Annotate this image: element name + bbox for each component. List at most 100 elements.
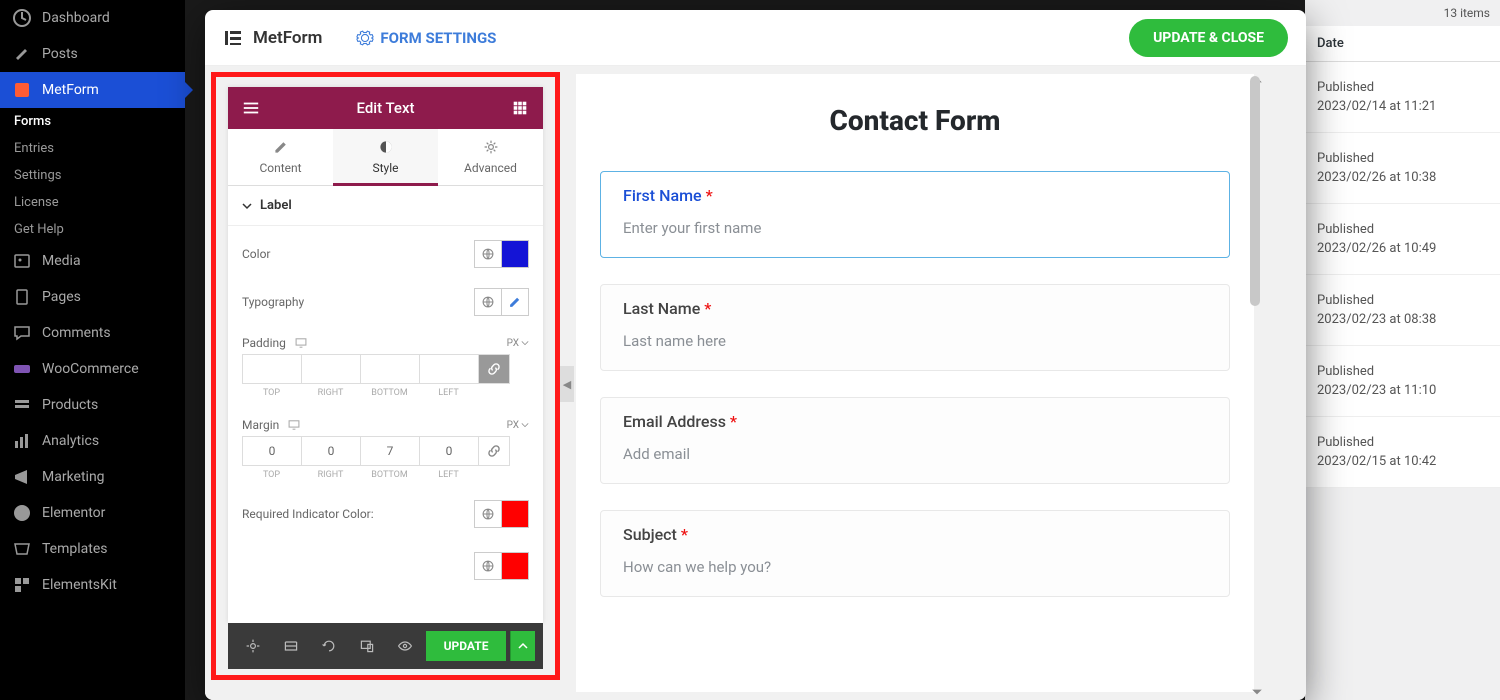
sidebar-label: Elementor	[42, 505, 105, 521]
items-count: 13 items	[1305, 0, 1500, 26]
grid-icon[interactable]	[511, 99, 529, 117]
pin-icon	[12, 44, 32, 64]
tab-content[interactable]: Content	[228, 129, 333, 185]
required-asterisk: *	[730, 412, 737, 431]
sidebar-item-metform[interactable]: MetForm	[0, 72, 185, 108]
history-icon[interactable]	[312, 631, 346, 661]
navigator-icon[interactable]	[274, 631, 308, 661]
update-options-button[interactable]	[510, 631, 535, 661]
woo-icon	[12, 359, 32, 379]
padding-top-input[interactable]	[242, 354, 301, 384]
elementor-panel: Edit Text Content Style Advanced Label	[228, 87, 543, 623]
preview-scrollbar[interactable]	[1250, 76, 1262, 696]
sidebar-item-dashboard[interactable]: Dashboard	[0, 0, 185, 36]
sidebar-label: Marketing	[42, 469, 105, 485]
settings-icon[interactable]	[236, 631, 270, 661]
padding-bottom-input[interactable]	[360, 354, 419, 384]
submenu-gethelp[interactable]: Get Help	[0, 216, 185, 243]
update-close-button[interactable]: UPDATE & CLOSE	[1129, 19, 1288, 57]
marketing-icon	[12, 467, 32, 487]
submenu-entries[interactable]: Entries	[0, 135, 185, 162]
margin-right-input[interactable]	[301, 436, 360, 466]
margin-left-input[interactable]	[419, 436, 478, 466]
margin-top-input[interactable]	[242, 436, 301, 466]
padding-label: Padding	[242, 336, 286, 350]
submenu-settings[interactable]: Settings	[0, 162, 185, 189]
update-button[interactable]: UPDATE	[426, 631, 507, 661]
sidebar-label: Templates	[42, 541, 108, 557]
field-first-name[interactable]: First Name *	[576, 171, 1254, 258]
first-name-input[interactable]	[623, 215, 1207, 241]
page-icon	[12, 287, 32, 307]
extra-color-swatch[interactable]	[501, 552, 529, 580]
field-subject[interactable]: Subject *	[576, 510, 1254, 597]
brand-label: MetForm	[253, 28, 322, 48]
sidebar-item-elementskit[interactable]: ElementsKit	[0, 567, 185, 603]
sidebar-item-posts[interactable]: Posts	[0, 36, 185, 72]
margin-link-button[interactable]	[478, 436, 510, 466]
menu-icon[interactable]	[242, 99, 260, 117]
sidebar-item-products[interactable]: Products	[0, 387, 185, 423]
section-label-toggle[interactable]: Label	[228, 186, 543, 225]
padding-left-input[interactable]	[419, 354, 478, 384]
global-typography-button[interactable]	[474, 288, 502, 316]
req-color-swatch[interactable]	[501, 500, 529, 528]
required-asterisk: *	[706, 186, 713, 205]
global-extra-color-button[interactable]	[474, 552, 502, 580]
scroll-thumb[interactable]	[1250, 76, 1260, 306]
margin-unit-select[interactable]: PX	[507, 420, 529, 431]
margin-inputs	[242, 436, 529, 466]
sidebar-item-marketing[interactable]: Marketing	[0, 459, 185, 495]
tab-style[interactable]: Style	[333, 129, 438, 185]
scroll-down-icon[interactable]	[1251, 686, 1263, 698]
sidebar-label: Analytics	[42, 433, 99, 449]
column-header-date[interactable]: Date	[1305, 26, 1500, 62]
responsive-icon[interactable]	[350, 631, 384, 661]
media-icon	[12, 251, 32, 271]
sidebar-item-comments[interactable]: Comments	[0, 315, 185, 351]
sidebar-label: Products	[42, 397, 98, 413]
margin-label: Margin	[242, 418, 279, 432]
section-title: Label	[260, 198, 292, 213]
tab-advanced[interactable]: Advanced	[438, 129, 543, 185]
preview-icon[interactable]	[388, 631, 422, 661]
padding-unit-select[interactable]: PX	[507, 338, 529, 349]
sidebar-item-elementor[interactable]: Elementor	[0, 495, 185, 531]
chevron-down-icon	[242, 201, 252, 211]
color-label: Color	[242, 247, 270, 261]
desktop-icon[interactable]	[294, 336, 308, 350]
sidebar-item-analytics[interactable]: Analytics	[0, 423, 185, 459]
global-color-button[interactable]	[474, 240, 502, 268]
date-cell: Published2023/02/23 at 08:38	[1305, 275, 1500, 346]
padding-right-input[interactable]	[301, 354, 360, 384]
subject-input[interactable]	[623, 554, 1207, 580]
field-email[interactable]: Email Address *	[576, 397, 1254, 484]
gear-icon	[356, 29, 374, 47]
date-cell: Published2023/02/15 at 10:42	[1305, 417, 1500, 488]
sidebar-item-templates[interactable]: Templates	[0, 531, 185, 567]
field-label: Email Address *	[623, 412, 1207, 431]
global-req-color-button[interactable]	[474, 500, 502, 528]
comment-icon	[12, 323, 32, 343]
sidebar-item-pages[interactable]: Pages	[0, 279, 185, 315]
date-cell: Published2023/02/23 at 11:10	[1305, 346, 1500, 417]
typography-edit-button[interactable]	[501, 288, 529, 316]
sidebar-item-woocommerce[interactable]: WooCommerce	[0, 351, 185, 387]
sidebar-item-media[interactable]: Media	[0, 243, 185, 279]
brand-icon	[223, 28, 243, 48]
submenu-license[interactable]: License	[0, 189, 185, 216]
panel-tabs: Content Style Advanced	[228, 129, 543, 186]
desktop-icon[interactable]	[287, 418, 301, 432]
field-label: First Name *	[623, 186, 1207, 205]
email-input[interactable]	[623, 441, 1207, 467]
color-swatch[interactable]	[501, 240, 529, 268]
required-indicator-label: Required Indicator Color:	[242, 507, 374, 521]
form-settings-label: FORM SETTINGS	[380, 29, 496, 47]
padding-link-button[interactable]	[478, 354, 510, 384]
submenu-forms[interactable]: Forms	[0, 108, 185, 135]
margin-bottom-input[interactable]	[360, 436, 419, 466]
field-last-name[interactable]: Last Name *	[576, 284, 1254, 371]
form-settings-link[interactable]: FORM SETTINGS	[356, 29, 496, 47]
field-label: Last Name *	[623, 299, 1207, 318]
last-name-input[interactable]	[623, 328, 1207, 354]
